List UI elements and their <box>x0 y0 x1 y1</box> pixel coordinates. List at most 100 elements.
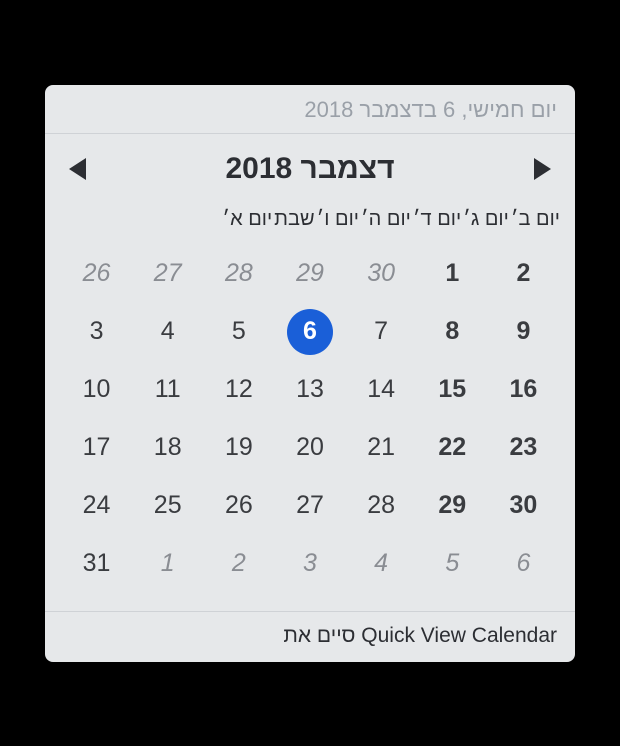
current-date-text: יום חמישי, 6 בדצמבר 2018 <box>304 97 557 123</box>
day-number: 19 <box>225 433 253 462</box>
day-cell[interactable]: 6 <box>488 535 559 593</box>
day-number: 15 <box>438 375 466 404</box>
day-cell[interactable]: 30 <box>488 477 559 535</box>
day-cell[interactable]: 19 <box>203 419 274 477</box>
day-cell[interactable]: 5 <box>203 303 274 361</box>
day-number: 6 <box>287 309 333 355</box>
day-cell[interactable]: 13 <box>274 361 345 419</box>
day-cell[interactable]: 30 <box>346 245 417 303</box>
day-number: 25 <box>154 491 182 520</box>
day-number: 23 <box>510 433 538 462</box>
day-cell[interactable]: 1 <box>132 535 203 593</box>
day-cell[interactable]: 15 <box>417 361 488 419</box>
day-cell[interactable]: 14 <box>346 361 417 419</box>
day-cell[interactable]: 24 <box>61 477 132 535</box>
day-number: 4 <box>374 549 388 578</box>
day-cell[interactable]: 3 <box>274 535 345 593</box>
day-number: 30 <box>367 259 395 288</box>
weekday-label: יום ה׳ <box>360 208 412 231</box>
day-number: 29 <box>438 491 466 520</box>
day-number: 13 <box>296 375 324 404</box>
day-number: 12 <box>225 375 253 404</box>
day-cell[interactable]: 31 <box>61 535 132 593</box>
day-number: 28 <box>367 491 395 520</box>
day-cell[interactable]: 16 <box>488 361 559 419</box>
day-cell[interactable]: 9 <box>488 303 559 361</box>
calendar-panel: יום חמישי, 6 בדצמבר 2018 דצמבר 2018 יום … <box>45 85 575 662</box>
day-number: 26 <box>83 259 111 288</box>
weekday-label: יום ו׳ <box>316 208 360 231</box>
day-cell[interactable]: 2 <box>203 535 274 593</box>
day-number: 20 <box>296 433 324 462</box>
day-number: 5 <box>445 549 459 578</box>
day-number: 18 <box>154 433 182 462</box>
day-number: 28 <box>225 259 253 288</box>
day-cell[interactable]: 25 <box>132 477 203 535</box>
day-cell[interactable]: 21 <box>346 419 417 477</box>
quit-button[interactable]: סיים את Quick View Calendar <box>45 611 575 662</box>
day-number: 2 <box>516 259 530 288</box>
day-cell[interactable]: 20 <box>274 419 345 477</box>
day-number: 30 <box>510 491 538 520</box>
day-cell[interactable]: 10 <box>61 361 132 419</box>
day-cell[interactable]: 11 <box>132 361 203 419</box>
day-number: 10 <box>83 375 111 404</box>
day-cell[interactable]: 29 <box>274 245 345 303</box>
day-number: 27 <box>154 259 182 288</box>
quit-label: סיים את Quick View Calendar <box>283 624 557 648</box>
days-grid: 2627282930123456789101112131415161718192… <box>45 239 575 611</box>
day-cell[interactable]: 22 <box>417 419 488 477</box>
weekday-label: שבת <box>273 208 315 231</box>
day-cell[interactable]: 26 <box>203 477 274 535</box>
prev-month-icon[interactable] <box>69 158 86 180</box>
day-number: 14 <box>367 375 395 404</box>
day-cell[interactable]: 23 <box>488 419 559 477</box>
day-number: 9 <box>516 317 530 346</box>
day-cell[interactable]: 18 <box>132 419 203 477</box>
weekday-label: יום ב׳ <box>510 208 561 231</box>
day-cell[interactable]: 1 <box>417 245 488 303</box>
day-number: 24 <box>83 491 111 520</box>
day-cell[interactable]: 2 <box>488 245 559 303</box>
day-cell[interactable]: 6 <box>274 303 345 361</box>
day-cell[interactable]: 29 <box>417 477 488 535</box>
day-cell[interactable]: 7 <box>346 303 417 361</box>
weekday-label: יום ג׳ <box>462 208 510 231</box>
day-cell[interactable]: 3 <box>61 303 132 361</box>
day-number: 6 <box>516 549 530 578</box>
day-number: 8 <box>445 317 459 346</box>
day-number: 22 <box>438 433 466 462</box>
day-number: 11 <box>155 375 181 404</box>
month-nav: דצמבר 2018 <box>45 134 575 194</box>
day-cell[interactable]: 26 <box>61 245 132 303</box>
day-cell[interactable]: 17 <box>61 419 132 477</box>
day-number: 1 <box>445 259 459 288</box>
day-number: 3 <box>303 549 317 578</box>
day-cell[interactable]: 12 <box>203 361 274 419</box>
weekday-label: יום א׳ <box>221 208 273 231</box>
day-number: 4 <box>161 317 175 346</box>
day-cell[interactable]: 4 <box>346 535 417 593</box>
day-number: 26 <box>225 491 253 520</box>
day-number: 1 <box>161 549 175 578</box>
month-title: דצמבר 2018 <box>225 152 394 186</box>
day-number: 31 <box>83 549 111 578</box>
day-cell[interactable]: 28 <box>346 477 417 535</box>
next-month-icon[interactable] <box>534 158 551 180</box>
day-number: 21 <box>367 433 395 462</box>
current-date-header: יום חמישי, 6 בדצמבר 2018 <box>45 85 575 134</box>
day-number: 7 <box>374 317 388 346</box>
day-number: 17 <box>83 433 111 462</box>
day-number: 5 <box>232 317 246 346</box>
day-number: 16 <box>510 375 538 404</box>
day-cell[interactable]: 27 <box>274 477 345 535</box>
day-cell[interactable]: 27 <box>132 245 203 303</box>
day-number: 3 <box>90 317 104 346</box>
day-number: 29 <box>296 259 324 288</box>
day-cell[interactable]: 28 <box>203 245 274 303</box>
day-cell[interactable]: 8 <box>417 303 488 361</box>
day-cell[interactable]: 5 <box>417 535 488 593</box>
weekday-label: יום ד׳ <box>412 208 462 231</box>
day-cell[interactable]: 4 <box>132 303 203 361</box>
day-number: 27 <box>296 491 324 520</box>
